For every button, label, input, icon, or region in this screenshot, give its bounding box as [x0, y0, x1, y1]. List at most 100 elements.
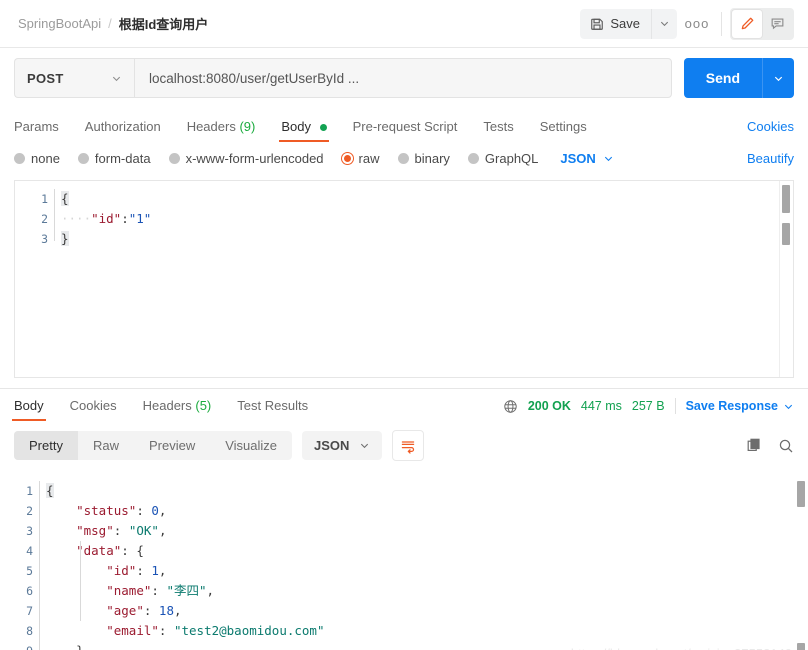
view-mode-preview[interactable]: Preview [134, 431, 210, 460]
tab-pre-request-script[interactable]: Pre-request Script [353, 119, 458, 142]
response-tab-headers[interactable]: Headers (5) [143, 398, 212, 421]
view-mode-raw[interactable]: Raw [78, 431, 134, 460]
body-radio-urlencoded[interactable]: x-www-form-urlencoded [168, 151, 324, 166]
scrollbar-thumb-secondary[interactable] [782, 223, 790, 245]
word-wrap-button[interactable] [392, 430, 425, 461]
response-tab-cookies-label: Cookies [69, 398, 117, 413]
url-input[interactable]: localhost:8080/user/getUserById ... [134, 58, 672, 98]
response-code-area: 1 2 3 4 5 6 7 8 9 10 { "status": 0, "msg… [0, 473, 808, 650]
save-response-button[interactable]: Save Response [686, 399, 794, 413]
response-tab-headers-label: Headers [142, 398, 192, 413]
line-number: 5 [26, 564, 33, 578]
scrollbar-thumb[interactable] [797, 481, 805, 507]
radio-icon [168, 153, 180, 164]
body-type-options: none form-data x-www-form-urlencoded raw… [0, 142, 808, 176]
line-number: 7 [26, 604, 33, 618]
save-button[interactable]: Save [580, 8, 651, 39]
response-scrollbar[interactable] [794, 473, 808, 650]
response-tab-test-results[interactable]: Test Results [237, 398, 308, 421]
value-age: 18 [158, 603, 174, 618]
send-options-button[interactable] [762, 58, 794, 98]
tab-body[interactable]: Body [279, 119, 329, 142]
response-body-viewer[interactable]: 1 2 3 4 5 6 7 8 9 10 { "status": 0, "msg… [0, 473, 808, 650]
request-line-numbers: 1 2 3 [15, 181, 55, 249]
response-tab-cookies[interactable]: Cookies [70, 398, 117, 421]
chevron-down-icon [603, 153, 614, 164]
fold-guide [54, 189, 55, 241]
header-actions: Save ooo [580, 7, 794, 40]
body-radio-none[interactable]: none [14, 151, 60, 166]
save-options-button[interactable] [651, 8, 677, 39]
tab-settings[interactable]: Settings [540, 119, 587, 142]
response-time: 447 ms [580, 399, 622, 413]
tab-headers-count: (9) [239, 119, 256, 134]
status-code: 200 OK [527, 399, 571, 413]
response-tab-test-results-label: Test Results [237, 398, 309, 413]
response-line-4: "data": { [76, 543, 144, 558]
request-editor-scrollbar[interactable] [779, 181, 793, 377]
comment-icon [770, 16, 785, 31]
globe-icon [503, 399, 518, 414]
comments-button[interactable] [762, 10, 792, 38]
line-number: 6 [26, 584, 33, 598]
search-icon[interactable] [778, 438, 794, 454]
breadcrumb-collection[interactable]: SpringBootApi [18, 16, 101, 31]
response-status-bar: 200 OK 447 ms 257 B Save Response [503, 398, 794, 421]
fold-guide-data [80, 541, 81, 621]
response-tab-body[interactable]: Body [12, 398, 46, 421]
response-format-select[interactable]: JSON [302, 431, 383, 460]
line-number: 4 [26, 544, 33, 558]
value-status: 0 [151, 503, 159, 518]
breadcrumb-request-name[interactable]: 根据Id查询用户 [119, 14, 209, 33]
body-radio-form-data[interactable]: form-data [77, 151, 151, 166]
edit-request-button[interactable] [732, 9, 762, 38]
response-code-lines[interactable]: { "status": 0, "msg": "OK", "data": { "i… [39, 473, 808, 650]
tab-tests[interactable]: Tests [483, 119, 513, 142]
response-tab-headers-count: (5) [195, 398, 212, 413]
line-number: 9 [0, 641, 33, 650]
scrollbar-thumb-bottom[interactable] [797, 643, 805, 650]
view-mode-visualize[interactable]: Visualize [210, 431, 292, 460]
response-size: 257 B [631, 399, 665, 413]
header-icon-group [730, 7, 794, 40]
body-modified-dot-icon [319, 124, 327, 132]
response-tabs: Body Cookies Headers (5) Test Results 20… [0, 389, 808, 421]
pencil-icon [740, 16, 755, 31]
beautify-button[interactable]: Beautify [747, 151, 794, 166]
body-format-select[interactable]: JSON [560, 151, 613, 166]
tab-authorization-label: Authorization [84, 119, 161, 134]
scrollbar-thumb[interactable] [782, 185, 790, 213]
body-radio-binary[interactable]: binary [397, 151, 450, 166]
copy-icon[interactable] [746, 438, 762, 454]
word-wrap-icon [400, 438, 416, 454]
request-body-editor[interactable]: 1 2 3 { ····"id":"1" } [14, 180, 794, 378]
save-group: Save [580, 8, 677, 39]
request-code-lines[interactable]: { ····"id":"1" } [54, 181, 793, 249]
chevron-down-icon [783, 401, 794, 412]
floppy-disk-icon [590, 17, 604, 31]
cookies-link[interactable]: Cookies [747, 119, 794, 142]
tab-params[interactable]: Params [14, 119, 59, 142]
response-action-icons [746, 438, 794, 454]
tab-tests-label: Tests [483, 119, 514, 134]
more-options-button[interactable]: ooo [681, 8, 713, 39]
response-view-toolbar: Pretty Raw Preview Visualize JSON [0, 421, 808, 469]
response-tab-body-label: Body [14, 398, 44, 413]
line-number: 3 [41, 232, 48, 246]
tab-headers[interactable]: Headers (9) [187, 119, 256, 142]
view-mode-pretty[interactable]: Pretty [14, 431, 78, 460]
response-line-5: "id": 1, [106, 563, 167, 578]
radio-icon [467, 153, 479, 164]
line-number: 1 [41, 192, 48, 206]
send-button[interactable]: Send [683, 58, 762, 98]
breadcrumb: SpringBootApi / 根据Id查询用户 [18, 14, 208, 33]
http-method-select[interactable]: POST [14, 58, 134, 98]
body-radio-raw-label: raw [358, 151, 380, 166]
code-line-1: { [61, 191, 69, 206]
radio-selected-icon [341, 153, 353, 164]
body-radio-graphql[interactable]: GraphQL [467, 151, 538, 166]
body-radio-raw[interactable]: raw [341, 151, 380, 166]
response-line-2: "status": 0, [76, 503, 167, 518]
request-tabs: Params Authorization Headers (9) Body Pr… [0, 110, 808, 142]
tab-authorization[interactable]: Authorization [85, 119, 161, 142]
